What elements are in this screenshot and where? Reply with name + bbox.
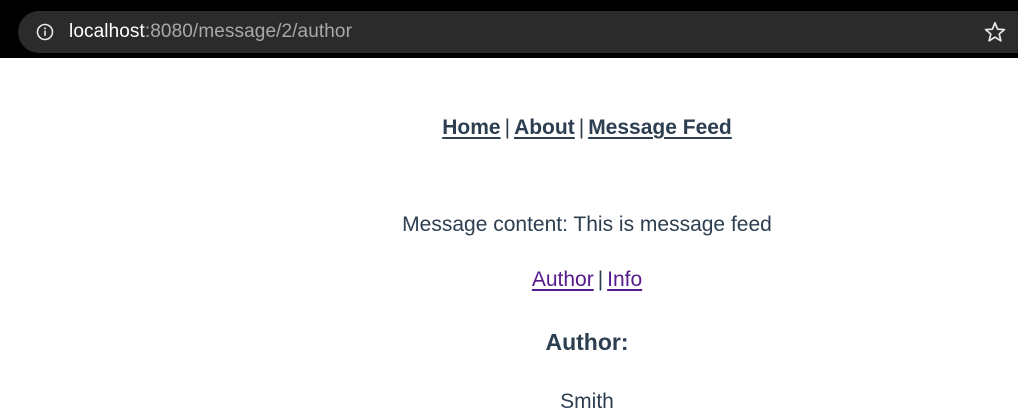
address-bar[interactable]: localhost:8080/message/2/author — [18, 11, 1018, 53]
sublink-separator: | — [597, 268, 604, 291]
author-link[interactable]: Author — [532, 268, 594, 291]
url-host: localhost — [69, 21, 145, 42]
nav-separator: | — [504, 116, 511, 139]
star-icon[interactable] — [983, 20, 1007, 44]
nav-home-link[interactable]: Home — [442, 116, 500, 139]
info-link[interactable]: Info — [607, 268, 642, 291]
url-text[interactable]: localhost:8080/message/2/author — [69, 21, 352, 43]
page-content: Home | About | Message Feed Message content:… — [0, 58, 1018, 413]
main-nav: Home | About | Message Feed — [0, 116, 1018, 140]
nav-message-feed-link[interactable]: Message Feed — [588, 116, 732, 139]
message-sublinks: Author | Info — [0, 268, 1018, 292]
browser-toolbar: localhost:8080/message/2/author — [0, 0, 1018, 58]
nav-separator: | — [578, 116, 585, 139]
message-content: Message content: This is message feed — [402, 213, 772, 236]
nav-about-link[interactable]: About — [514, 116, 575, 139]
url-path: :8080/message/2/author — [144, 21, 353, 42]
info-icon[interactable] — [36, 23, 54, 41]
author-name: Smith — [560, 390, 614, 413]
author-heading: Author: — [545, 329, 629, 355]
